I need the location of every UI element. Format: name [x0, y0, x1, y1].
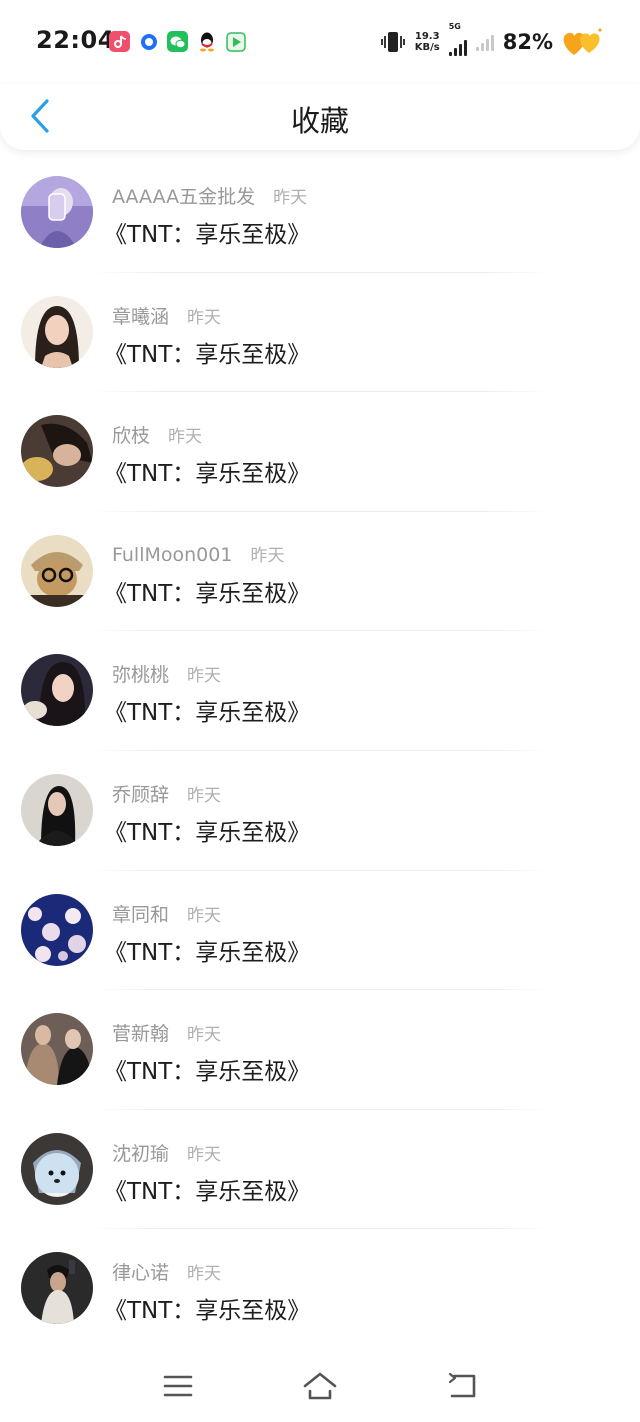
item-time: 昨天 [168, 427, 203, 448]
baidu-netdisk-icon [138, 31, 159, 52]
item-author: 乔顾辞 [112, 783, 170, 806]
avatar [21, 1132, 93, 1205]
item-title: 《TNT：享乐至极》 [104, 1298, 311, 1325]
network-speed-unit: KB/s [414, 42, 440, 53]
item-title: 《TNT：享乐至极》 [104, 461, 311, 488]
menu-button[interactable] [158, 1368, 198, 1404]
list-item[interactable]: 菅新翰 昨天 《TNT：享乐至极》 [0, 990, 640, 1110]
list-item[interactable]: 沈初瑜 昨天 《TNT：享乐至极》 [0, 1110, 640, 1230]
list-item[interactable]: AAAAA五金批发 昨天 《TNT：享乐至极》 [0, 153, 640, 273]
status-bar: 22:04 19.3 KB/s 5G 82% [0, 0, 640, 84]
status-indicators: 19.3 KB/s 5G 82% [380, 22, 604, 60]
avatar [21, 415, 93, 488]
battery-heart-icon [563, 28, 602, 55]
list-item[interactable]: 律心诺 昨天 《TNT：享乐至极》 [0, 1229, 640, 1349]
item-title: 《TNT：享乐至极》 [104, 819, 311, 846]
battery-percent: 82% [502, 30, 553, 54]
item-author: FullMoon001 [112, 543, 233, 566]
avatar [21, 773, 93, 846]
item-meta: 乔顾辞 昨天 [112, 780, 221, 807]
item-meta: AAAAA五金批发 昨天 [112, 182, 307, 209]
back-icon [448, 1372, 476, 1398]
item-title: 《TNT：享乐至极》 [104, 580, 311, 607]
avatar [21, 893, 93, 966]
status-time: 22:04 [36, 26, 115, 54]
item-meta: 章曦涵 昨天 [112, 302, 221, 329]
item-title: 《TNT：享乐至极》 [104, 939, 311, 966]
avatar [21, 295, 93, 368]
avatar [21, 1013, 93, 1086]
list-item[interactable]: 章曦涵 昨天 《TNT：享乐至极》 [0, 273, 640, 393]
item-author: 沈初瑜 [112, 1142, 170, 1165]
item-meta: 菅新翰 昨天 [112, 1019, 221, 1046]
signal-strength-icon [448, 38, 467, 56]
avatar [21, 1252, 93, 1325]
header: 收藏 [0, 84, 640, 150]
list-item[interactable]: 章同和 昨天 《TNT：享乐至极》 [0, 871, 640, 991]
item-meta: 章同和 昨天 [112, 900, 221, 927]
avatar [21, 654, 93, 727]
item-time: 昨天 [187, 905, 222, 926]
system-back-button[interactable] [442, 1368, 482, 1404]
item-author: 欣枝 [112, 425, 151, 448]
wechat-icon [167, 31, 188, 52]
system-nav-bar [0, 1350, 640, 1422]
menu-icon [163, 1375, 193, 1397]
item-title: 《TNT：享乐至极》 [104, 700, 311, 727]
item-meta: 欣枝 昨天 [112, 421, 202, 448]
signal-5g: 5G [448, 22, 467, 56]
item-author: AAAAA五金批发 [112, 186, 256, 208]
item-author: 菅新翰 [112, 1023, 170, 1046]
item-time: 昨天 [187, 785, 222, 806]
network-type-label: 5G [448, 22, 461, 31]
network-speed-value: 19.3 [414, 31, 440, 42]
home-button[interactable] [300, 1368, 340, 1404]
item-time: 昨天 [187, 666, 222, 687]
item-title: 《TNT：享乐至极》 [104, 222, 311, 248]
list-item[interactable]: FullMoon001 昨天 《TNT：享乐至极》 [0, 512, 640, 632]
list-item[interactable]: 乔顾辞 昨天 《TNT：享乐至极》 [0, 751, 640, 871]
item-author: 章同和 [112, 903, 170, 926]
item-time: 昨天 [273, 188, 308, 208]
iqiyi-icon [225, 31, 246, 52]
item-time: 昨天 [187, 1025, 222, 1046]
item-title: 《TNT：享乐至极》 [104, 1059, 311, 1086]
item-meta: FullMoon001 昨天 [112, 541, 284, 566]
home-icon [303, 1372, 337, 1400]
item-title: 《TNT：享乐至极》 [104, 341, 311, 368]
list-item[interactable]: 欣枝 昨天 《TNT：享乐至极》 [0, 392, 640, 512]
avatar [21, 176, 93, 248]
item-meta: 沈初瑜 昨天 [112, 1139, 221, 1166]
douyin-icon [109, 31, 130, 52]
item-title: 《TNT：享乐至极》 [104, 1178, 311, 1205]
vibrate-icon [380, 32, 405, 52]
item-author: 律心诺 [112, 1262, 170, 1285]
notification-app-icons [109, 31, 246, 52]
item-time: 昨天 [187, 307, 222, 328]
signal-secondary-icon [475, 33, 494, 51]
network-speed: 19.3 KB/s [415, 31, 440, 53]
item-time: 昨天 [187, 1144, 222, 1165]
favorites-list: AAAAA五金批发 昨天 《TNT：享乐至极》 章曦涵 昨天 《TNT：享乐至极… [0, 153, 640, 1349]
item-time: 昨天 [187, 1264, 222, 1285]
item-time: 昨天 [250, 545, 285, 566]
avatar [21, 534, 93, 607]
page-title: 收藏 [290, 104, 349, 138]
item-author: 章曦涵 [112, 305, 170, 328]
item-meta: 律心诺 昨天 [112, 1258, 221, 1285]
qq-icon [196, 31, 217, 52]
item-author: 弥桃桃 [112, 664, 170, 687]
list-item[interactable]: 弥桃桃 昨天 《TNT：享乐至极》 [0, 631, 640, 751]
item-meta: 弥桃桃 昨天 [112, 660, 221, 687]
